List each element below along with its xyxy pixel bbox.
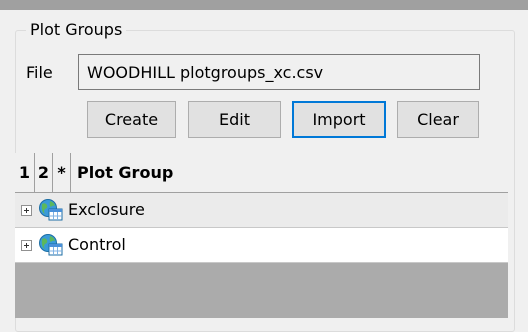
- clear-button[interactable]: Clear: [397, 101, 479, 138]
- row-label: Exclosure: [68, 200, 145, 219]
- column-header-2[interactable]: 2: [35, 153, 53, 192]
- expand-icon[interactable]: [21, 205, 32, 216]
- file-label: File: [26, 63, 53, 82]
- column-header-plot-group[interactable]: Plot Group: [71, 153, 508, 192]
- create-button[interactable]: Create: [87, 101, 176, 138]
- column-header-star[interactable]: *: [53, 153, 71, 192]
- panel-title: Plot Groups: [26, 20, 127, 40]
- table-row[interactable]: Exclosure: [15, 193, 508, 228]
- grid-header: 1 2 * Plot Group: [15, 153, 508, 193]
- window-top-edge: [0, 0, 528, 10]
- expand-icon[interactable]: [21, 240, 32, 251]
- file-field[interactable]: [78, 54, 480, 90]
- column-header-1[interactable]: 1: [15, 153, 35, 192]
- edit-button[interactable]: Edit: [188, 101, 281, 138]
- plot-group-grid[interactable]: 1 2 * Plot Group Exclosure Control: [15, 153, 508, 318]
- globe-table-icon: [39, 199, 63, 221]
- window-left-edge: [0, 10, 4, 318]
- globe-table-icon: [39, 234, 63, 256]
- row-label: Control: [68, 235, 126, 254]
- table-row[interactable]: Control: [15, 228, 508, 263]
- import-button[interactable]: Import: [292, 101, 386, 138]
